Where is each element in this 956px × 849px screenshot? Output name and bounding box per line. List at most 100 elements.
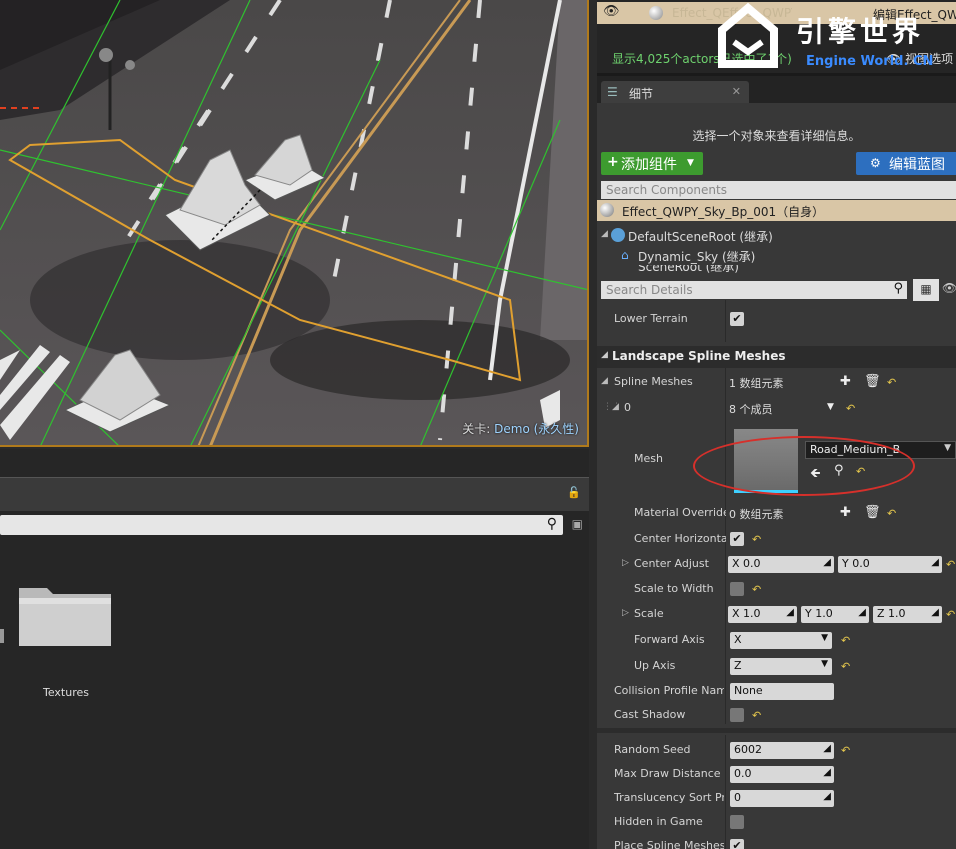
add-element-icon[interactable]: ✚ [840, 505, 851, 520]
details-tab-label: 细节 [629, 87, 654, 101]
input-value: Y 1.0 [805, 607, 833, 620]
lock-icon[interactable]: 🔓 [567, 486, 581, 499]
add-component-button[interactable]: + 添加组件 ▼ [601, 152, 703, 175]
reset-icon[interactable]: ↶ [946, 558, 955, 571]
save-search-icon[interactable]: ▣ [572, 517, 583, 531]
prop-label: Spline Meshes [614, 375, 693, 388]
drag-handle-icon: ◢ [823, 791, 831, 802]
content-browser-toolbar: 🔓 [0, 477, 589, 511]
prop-label: Random Seed [614, 743, 691, 756]
chevron-down-icon: ▼ [821, 659, 828, 669]
reset-icon[interactable]: ↶ [841, 634, 850, 647]
section-label: Landscape Spline Meshes [612, 349, 786, 363]
component-tree-item[interactable]: ⌂ Dynamic_Sky (继承) [597, 245, 956, 265]
reset-icon[interactable]: ↶ [887, 376, 896, 389]
prop-material-overrides: Material Overrides 0 数组元素 ✚ 🗑 ↶ [597, 503, 956, 525]
reset-icon[interactable]: ↶ [846, 402, 855, 415]
reset-icon[interactable]: ↶ [841, 744, 850, 757]
prop-value: 8 个成员 [729, 403, 773, 416]
reset-icon[interactable]: ↶ [752, 533, 761, 546]
section-landscape-spline-meshes[interactable]: ◢ Landscape Spline Meshes [597, 346, 956, 368]
property-matrix-button[interactable]: ▦ [913, 279, 939, 301]
level-prefix: 关卡: [462, 422, 491, 436]
search-components-input[interactable]: Search Components [601, 181, 956, 199]
search-details-placeholder: Search Details [606, 283, 693, 297]
center-adjust-y-input[interactable]: Y 0.0 ◢ [838, 556, 942, 573]
prop-label: Translucency Sort Priority [614, 791, 724, 804]
input-value: Y 0.0 [842, 557, 870, 570]
prop-forward-axis: Forward Axis X ▼ ↶ [597, 630, 956, 652]
random-seed-input[interactable]: 6002 ◢ [730, 742, 834, 759]
hidden-in-game-checkbox[interactable] [730, 815, 744, 829]
add-component-label: 添加组件 [621, 157, 677, 173]
chevron-down-icon[interactable]: ▼ [827, 402, 834, 412]
drag-handle-icon: ◢ [823, 557, 831, 568]
input-value: 0.0 [734, 767, 752, 780]
world-outliner: 👁 Effect_QEffect_QWPY_Sky_Bp_001_C 编辑Eff… [597, 0, 956, 76]
scale-x-input[interactable]: X 1.0 ◢ [728, 606, 797, 623]
translucency-sort-input[interactable]: 0 ◢ [730, 790, 834, 807]
expand-triangle-icon[interactable]: ▷ [622, 558, 629, 568]
expand-triangle-icon[interactable]: ◢ [601, 376, 608, 386]
expand-triangle-icon[interactable]: ◢ [601, 229, 608, 239]
drag-handle-icon: ◢ [858, 607, 866, 618]
scale-to-width-checkbox[interactable] [730, 582, 744, 596]
cast-shadow-checkbox[interactable] [730, 708, 744, 722]
highlight-annotation [693, 436, 915, 496]
prop-array-index-0: ⋮⋮ ◢ 0 8 个成员 ▼ ↶ [597, 398, 956, 420]
trash-icon[interactable]: 🗑 [864, 374, 881, 389]
component-tree-item[interactable]: SceneRoot (继承) [597, 265, 956, 275]
component-self-row[interactable]: Effect_QWPY_Sky_Bp_001（自身） [597, 200, 956, 221]
search-icon[interactable]: ⚲ [547, 516, 557, 532]
prop-scale-to-width: Scale to Width ↶ [597, 579, 956, 601]
content-search-input[interactable]: ⚲ [0, 515, 563, 535]
viewport-scene [0, 0, 587, 445]
right-panel: 👁 Effect_QEffect_QWPY_Sky_Bp_001_C 编辑Eff… [597, 0, 956, 849]
add-element-icon[interactable]: ✚ [840, 374, 851, 389]
expand-triangle-icon[interactable]: ◢ [612, 402, 619, 412]
edit-blueprint-button[interactable]: ⚙ 编辑蓝图 [856, 152, 956, 175]
reset-icon[interactable]: ↶ [752, 709, 761, 722]
prop-scale: ▷ Scale X 1.0 ◢ Y 1.0 ◢ Z 1.0 ◢ ↶ [597, 604, 956, 626]
prop-hidden-in-game: Hidden in Game [597, 812, 956, 834]
scale-z-input[interactable]: Z 1.0 ◢ [873, 606, 942, 623]
watermark-logo-icon [718, 2, 778, 68]
reset-icon[interactable]: ↶ [841, 660, 850, 673]
reset-icon[interactable]: ↶ [946, 608, 955, 621]
reset-icon[interactable]: ↶ [887, 507, 896, 520]
reset-icon[interactable]: ↶ [752, 583, 761, 596]
search-details-input[interactable]: Search Details ⚲ [601, 281, 907, 299]
up-axis-select[interactable]: Z ▼ [730, 658, 832, 675]
close-icon[interactable]: ✕ [732, 85, 741, 98]
trash-icon[interactable]: 🗑 [864, 505, 881, 520]
prop-lower-terrain: Lower Terrain ✔ [597, 309, 956, 331]
lower-terrain-checkbox[interactable]: ✔ [730, 312, 744, 326]
prop-label: Scale [634, 607, 664, 620]
expand-triangle-icon[interactable]: ▷ [622, 608, 629, 618]
prop-label: Collision Profile Name [614, 684, 724, 697]
input-value: None [734, 684, 763, 697]
search-icon[interactable]: ⚲ [893, 281, 903, 296]
forward-axis-select[interactable]: X ▼ [730, 632, 832, 649]
tab-details[interactable]: ☰ 细节 ✕ [601, 81, 749, 103]
component-tree-item[interactable]: ◢ DefaultSceneRoot (继承) [597, 225, 956, 245]
prop-label: Up Axis [634, 659, 676, 672]
max-draw-distance-input[interactable]: 0.0 ◢ [730, 766, 834, 783]
scale-y-input[interactable]: Y 1.0 ◢ [801, 606, 869, 623]
folder-icon[interactable] [17, 582, 113, 648]
details-tab-icon: ☰ [607, 85, 618, 99]
select-value: X [734, 633, 742, 646]
collision-profile-input[interactable]: None [730, 683, 834, 700]
visibility-eye-icon[interactable]: 👁 [603, 4, 620, 19]
center-adjust-x-input[interactable]: X 0.0 ◢ [728, 556, 834, 573]
eye-icon[interactable]: 👁 [942, 281, 956, 295]
prop-label: Forward Axis [634, 633, 705, 646]
section-separator [597, 728, 956, 733]
prop-random-seed: Random Seed 6002 ◢ ↶ [597, 740, 956, 762]
level-viewport[interactable]: 关卡: Demo (永久性) [0, 0, 589, 447]
prop-cast-shadow: Cast Shadow ↶ [597, 705, 956, 727]
place-spline-meshes-checkbox[interactable]: ✔ [730, 839, 744, 849]
input-value: 6002 [734, 743, 762, 756]
folder-label[interactable]: Textures [10, 686, 122, 699]
center-horizontally-checkbox[interactable]: ✔ [730, 532, 744, 546]
